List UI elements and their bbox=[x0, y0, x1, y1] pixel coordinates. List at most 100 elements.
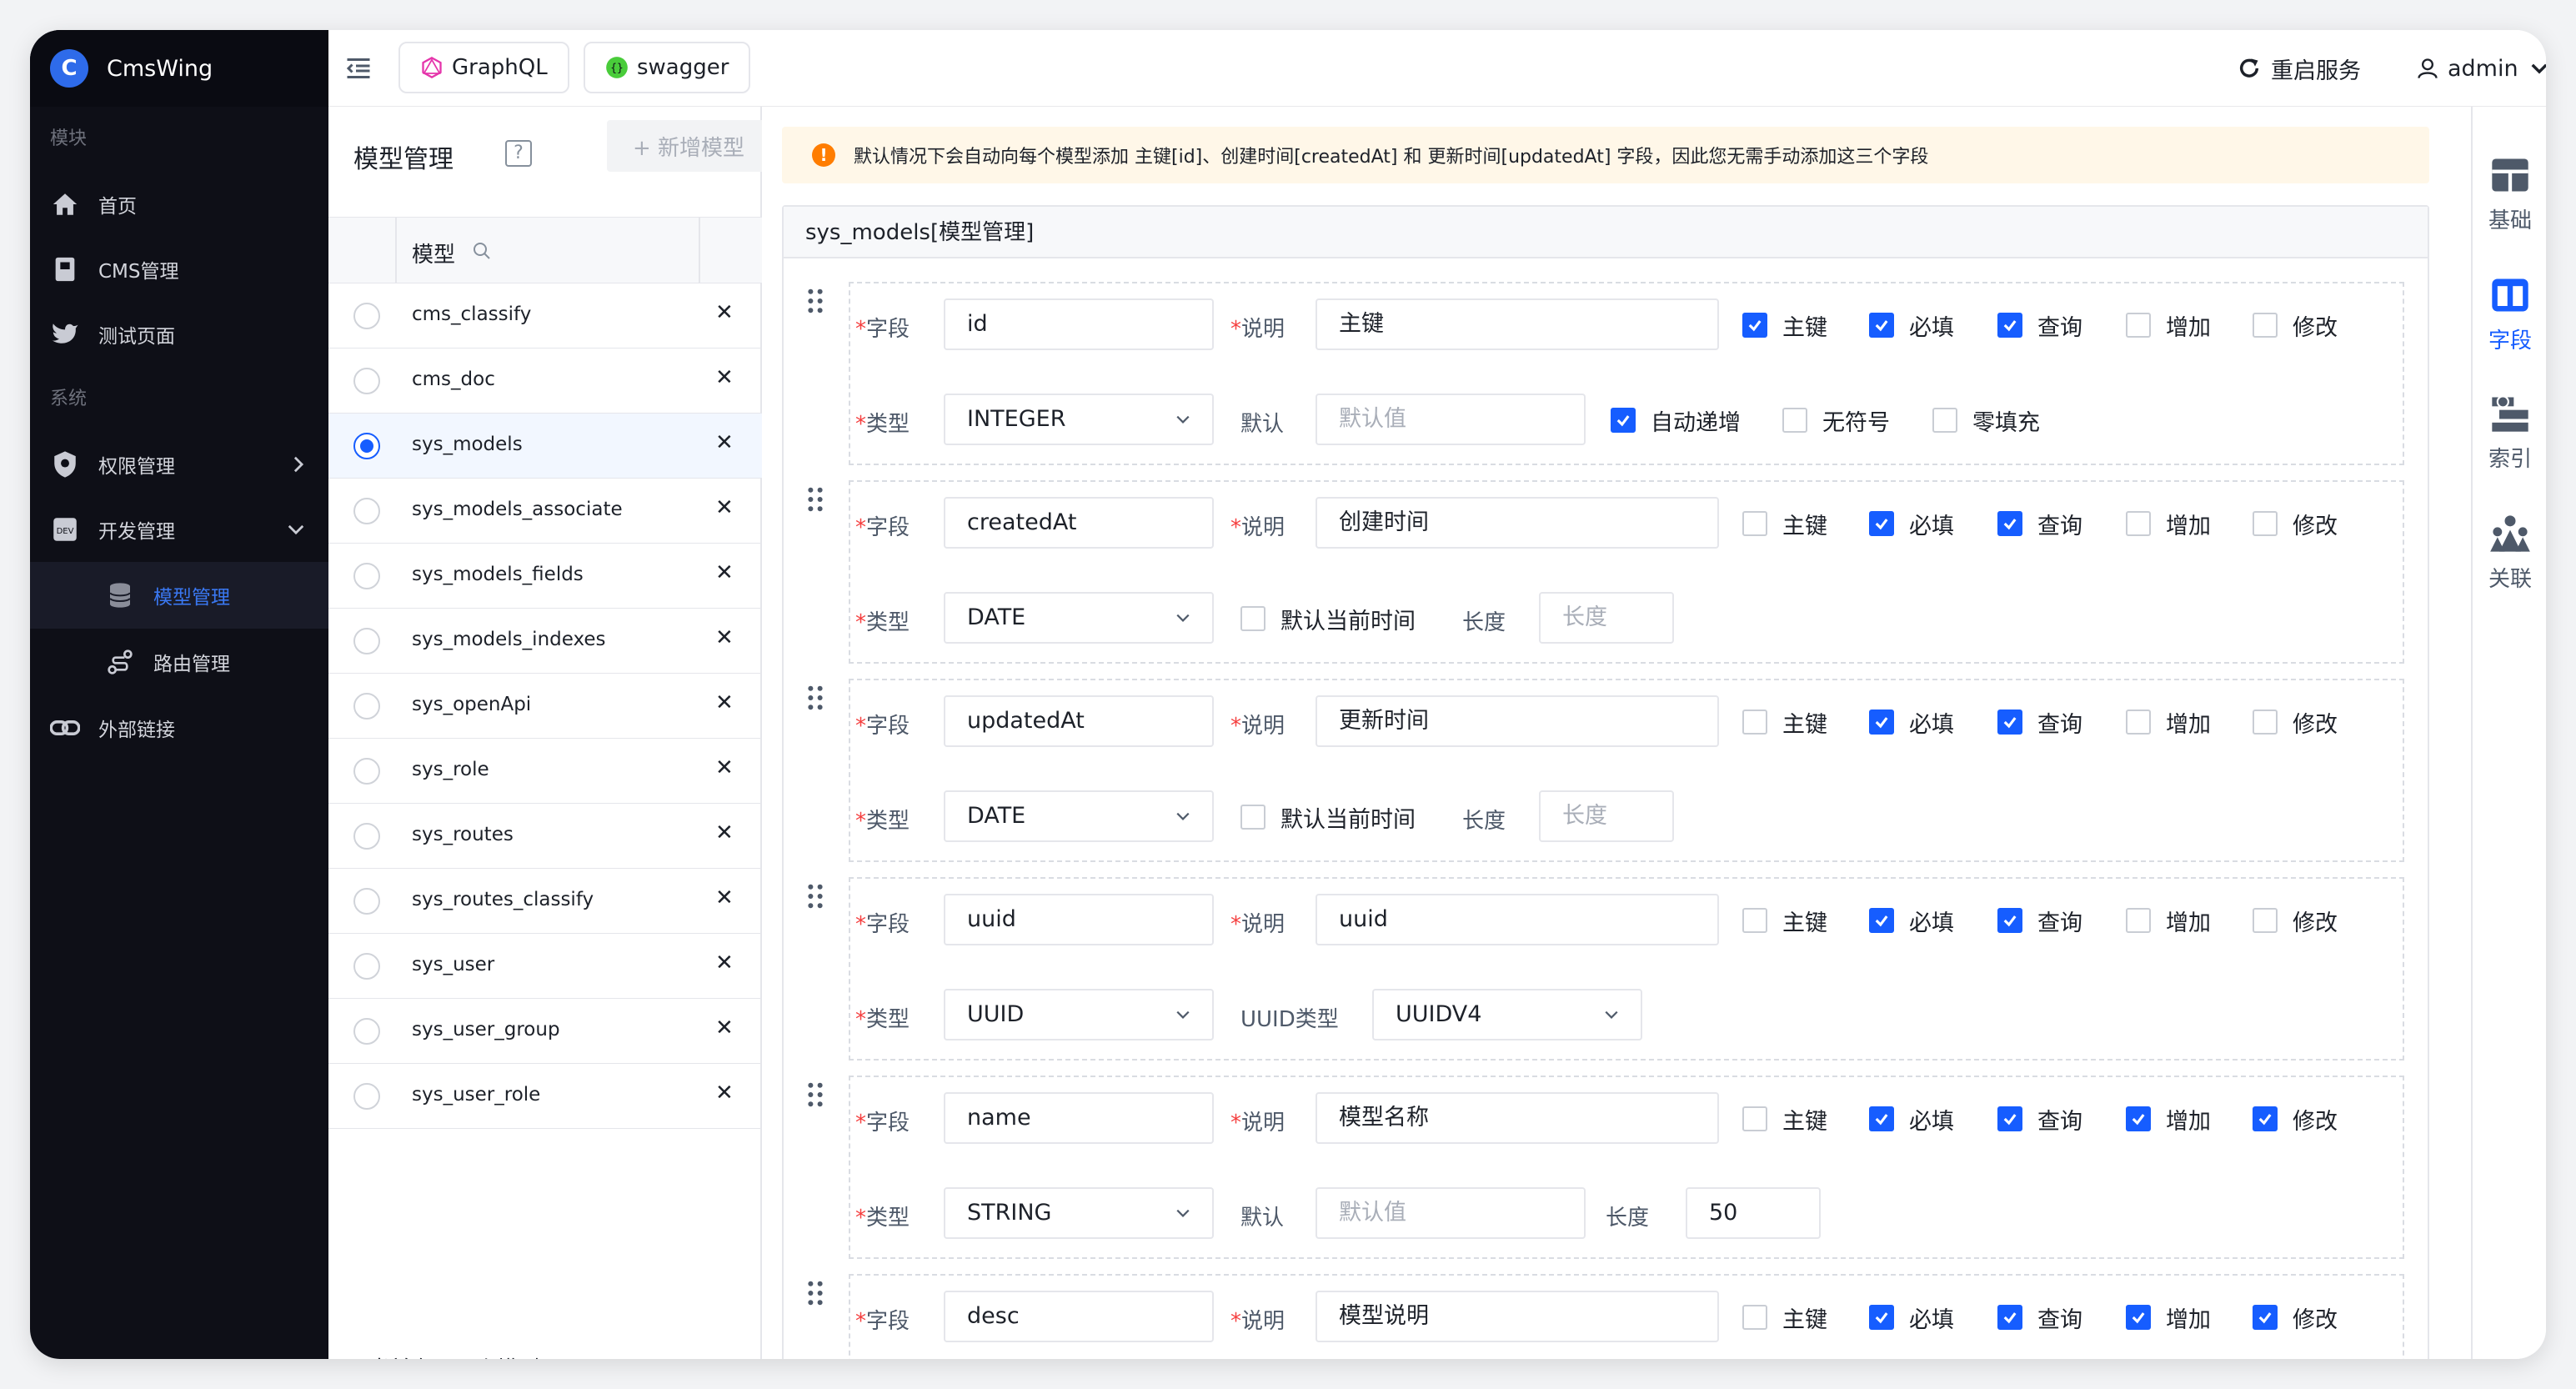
restart-service-button[interactable]: 重启服务 bbox=[2238, 30, 2361, 107]
close-icon[interactable]: ✕ bbox=[715, 625, 734, 650]
sidebar-item-home[interactable]: 首页 bbox=[30, 172, 328, 237]
swagger-button[interactable]: {} swagger bbox=[584, 42, 751, 93]
field-desc-input[interactable]: 更新时间 bbox=[1316, 695, 1719, 747]
model-row[interactable]: sys_models_associate ✕ bbox=[328, 479, 762, 544]
model-radio[interactable] bbox=[353, 628, 380, 654]
model-radio[interactable] bbox=[353, 1018, 380, 1045]
close-icon[interactable]: ✕ bbox=[715, 690, 734, 715]
close-icon[interactable]: ✕ bbox=[715, 560, 734, 585]
unsigned-checkbox[interactable]: 无符号 bbox=[1782, 404, 1890, 437]
primary-key-checkbox[interactable]: 主键 bbox=[1742, 308, 1827, 342]
edit-checkbox[interactable]: 修改 bbox=[2253, 1102, 2338, 1136]
field-name-input[interactable]: desc bbox=[944, 1291, 1214, 1342]
field-desc-input[interactable]: 模型说明 bbox=[1316, 1291, 1719, 1342]
edit-checkbox[interactable]: 修改 bbox=[2253, 1301, 2338, 1334]
add-model-button[interactable]: + 新增模型 bbox=[607, 120, 770, 172]
query-checkbox[interactable]: 查询 bbox=[1997, 1301, 2082, 1334]
model-radio[interactable] bbox=[353, 888, 380, 915]
model-radio[interactable] bbox=[353, 498, 380, 524]
length-input[interactable]: 长度 bbox=[1539, 790, 1674, 842]
rail-item-fields[interactable]: 字段 bbox=[2473, 273, 2546, 374]
default-value-input[interactable]: 默认值 bbox=[1316, 394, 1586, 445]
default-value-input[interactable]: 默认值 bbox=[1316, 1187, 1586, 1239]
model-row[interactable]: sys_role ✕ bbox=[328, 739, 762, 804]
type-select[interactable]: DATE bbox=[944, 790, 1214, 842]
query-checkbox[interactable]: 查询 bbox=[1997, 1102, 2082, 1136]
rail-item-basic[interactable]: 基础 bbox=[2473, 153, 2546, 253]
drag-handle-icon[interactable] bbox=[807, 685, 824, 710]
primary-key-checkbox[interactable]: 主键 bbox=[1742, 507, 1827, 540]
query-checkbox[interactable]: 查询 bbox=[1997, 705, 2082, 739]
add-checkbox[interactable]: 增加 bbox=[2126, 904, 2211, 937]
model-radio[interactable] bbox=[353, 953, 380, 980]
close-icon[interactable]: ✕ bbox=[715, 365, 734, 390]
field-name-input[interactable]: name bbox=[944, 1092, 1214, 1144]
brand[interactable]: C CmsWing bbox=[30, 30, 328, 107]
add-checkbox[interactable]: 增加 bbox=[2126, 308, 2211, 342]
uuid-type-select[interactable]: UUIDV4 bbox=[1372, 989, 1642, 1040]
length-input[interactable]: 50 bbox=[1686, 1187, 1821, 1239]
rail-item-indexes[interactable]: 索引 bbox=[2473, 392, 2546, 492]
default-now-checkbox[interactable]: 默认当前时间 bbox=[1240, 602, 1416, 635]
close-icon[interactable]: ✕ bbox=[715, 950, 734, 975]
rail-item-relations[interactable]: 关联 bbox=[2473, 512, 2546, 612]
model-row[interactable]: sys_openApi ✕ bbox=[328, 674, 762, 739]
close-icon[interactable]: ✕ bbox=[715, 430, 734, 455]
primary-key-checkbox[interactable]: 主键 bbox=[1742, 705, 1827, 739]
query-checkbox[interactable]: 查询 bbox=[1997, 904, 2082, 937]
primary-key-checkbox[interactable]: 主键 bbox=[1742, 1102, 1827, 1136]
required-checkbox[interactable]: 必填 bbox=[1869, 308, 1954, 342]
model-row[interactable]: sys_models_fields ✕ bbox=[328, 544, 762, 609]
model-radio[interactable] bbox=[353, 823, 380, 850]
close-icon[interactable]: ✕ bbox=[715, 1081, 734, 1106]
close-icon[interactable]: ✕ bbox=[715, 755, 734, 780]
sidebar-item-external-links[interactable]: 外部链接 bbox=[30, 695, 328, 760]
field-name-input[interactable]: updatedAt bbox=[944, 695, 1214, 747]
model-radio[interactable] bbox=[353, 758, 380, 785]
field-desc-input[interactable]: uuid bbox=[1316, 894, 1719, 945]
required-checkbox[interactable]: 必填 bbox=[1869, 705, 1954, 739]
add-checkbox[interactable]: 增加 bbox=[2126, 507, 2211, 540]
drag-handle-icon[interactable] bbox=[807, 1082, 824, 1107]
required-checkbox[interactable]: 必填 bbox=[1869, 1102, 1954, 1136]
model-row[interactable]: sys_routes ✕ bbox=[328, 804, 762, 869]
field-desc-input[interactable]: 创建时间 bbox=[1316, 497, 1719, 549]
search-icon[interactable] bbox=[472, 241, 492, 264]
add-checkbox[interactable]: 增加 bbox=[2126, 1301, 2211, 1334]
drag-handle-icon[interactable] bbox=[807, 1281, 824, 1306]
model-row[interactable]: sys_models ✕ bbox=[328, 414, 762, 479]
model-radio[interactable] bbox=[353, 563, 380, 589]
graphql-button[interactable]: GraphQL bbox=[398, 42, 569, 93]
zerofill-checkbox[interactable]: 零填充 bbox=[1932, 404, 2040, 437]
field-name-input[interactable]: createdAt bbox=[944, 497, 1214, 549]
drag-handle-icon[interactable] bbox=[807, 884, 824, 909]
length-input[interactable]: 长度 bbox=[1539, 592, 1674, 644]
type-select[interactable]: INTEGER bbox=[944, 394, 1214, 445]
model-row[interactable]: sys_user_group ✕ bbox=[328, 999, 762, 1064]
sidebar-item-dev[interactable]: DEV 开发管理 bbox=[30, 497, 328, 562]
auto-increment-checkbox[interactable]: 自动递增 bbox=[1611, 404, 1741, 437]
field-name-input[interactable]: uuid bbox=[944, 894, 1214, 945]
model-radio[interactable] bbox=[353, 303, 380, 329]
model-row[interactable]: sys_user_role ✕ bbox=[328, 1064, 762, 1129]
sidebar-item-permissions[interactable]: 权限管理 bbox=[30, 432, 328, 497]
model-row[interactable]: sys_models_indexes ✕ bbox=[328, 609, 762, 674]
model-radio[interactable] bbox=[353, 693, 380, 720]
primary-key-checkbox[interactable]: 主键 bbox=[1742, 904, 1827, 937]
sidebar-item-models[interactable]: 模型管理 bbox=[30, 562, 328, 629]
type-select[interactable]: STRING bbox=[944, 1187, 1214, 1239]
add-checkbox[interactable]: 增加 bbox=[2126, 1102, 2211, 1136]
help-icon[interactable]: ? bbox=[505, 140, 532, 167]
drag-handle-icon[interactable] bbox=[807, 288, 824, 313]
edit-checkbox[interactable]: 修改 bbox=[2253, 904, 2338, 937]
close-icon[interactable]: ✕ bbox=[715, 885, 734, 910]
edit-checkbox[interactable]: 修改 bbox=[2253, 705, 2338, 739]
model-row[interactable]: sys_user ✕ bbox=[328, 934, 762, 999]
menu-collapse-icon[interactable] bbox=[343, 53, 373, 83]
field-desc-input[interactable]: 模型名称 bbox=[1316, 1092, 1719, 1144]
sidebar-item-test[interactable]: 测试页面 bbox=[30, 302, 328, 367]
close-icon[interactable]: ✕ bbox=[715, 1015, 734, 1040]
model-row[interactable]: sys_routes_classify ✕ bbox=[328, 869, 762, 934]
default-now-checkbox[interactable]: 默认当前时间 bbox=[1240, 800, 1416, 834]
model-radio[interactable] bbox=[353, 1083, 380, 1110]
